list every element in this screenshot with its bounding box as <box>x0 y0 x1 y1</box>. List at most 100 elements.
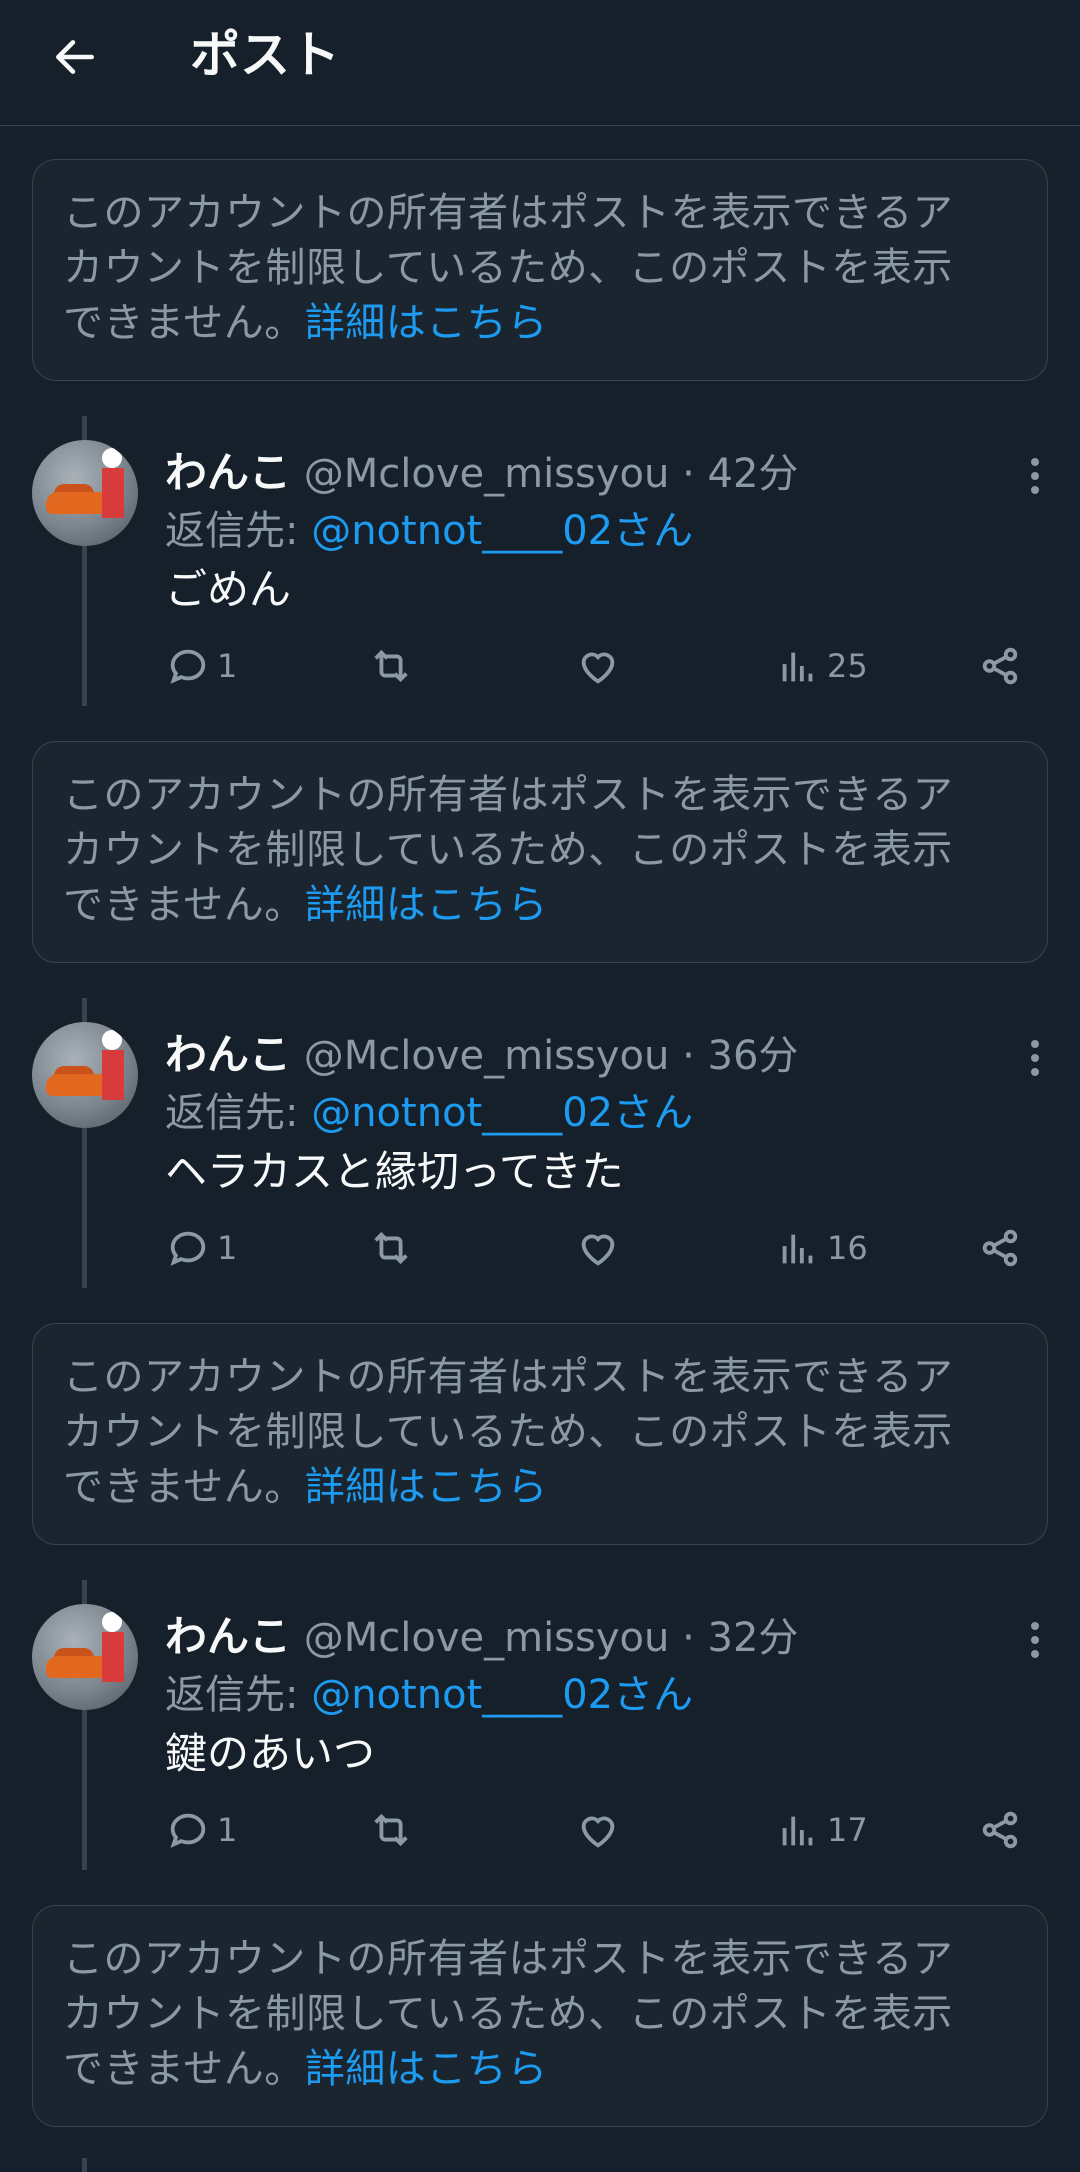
views-button[interactable]: 17 <box>775 1802 868 1858</box>
separator: · <box>682 1615 695 1661</box>
like-button[interactable] <box>575 638 621 694</box>
reply-context: 返信先: @notnot____02さん <box>165 1668 693 1722</box>
author-name[interactable]: わんこ <box>165 1030 291 1079</box>
timestamp[interactable]: 36分 <box>708 1033 799 1079</box>
reply-button[interactable]: 1 <box>165 1802 237 1858</box>
views-button[interactable]: 25 <box>775 638 868 694</box>
reply-button[interactable]: 1 <box>165 1220 237 1276</box>
retweet-icon <box>374 1231 408 1265</box>
tweet-header: わんこ @Mclove_missyou · 32分 <box>165 1610 798 1665</box>
tweet[interactable]: わんこ @Mclove_missyou · 36分 返信先: @notnot__… <box>0 998 1080 1303</box>
restricted-post-notice: このアカウントの所有者はポストを表示できるア カウントを制限しているため、このポ… <box>32 741 1048 963</box>
more-vertical-icon <box>1031 458 1039 494</box>
reply-icon <box>170 649 206 684</box>
retweet-button[interactable] <box>368 1220 414 1276</box>
notice-line: カウントを制限しているため、このポストを表示 <box>63 1991 953 2037</box>
top-app-bar: ポスト <box>0 0 1080 126</box>
reply-context: 返信先: @notnot____02さん <box>165 504 693 558</box>
retweet-icon <box>374 649 408 683</box>
notice-line: カウントを制限しているため、このポストを表示 <box>63 827 953 873</box>
reply-count: 1 <box>217 1229 238 1267</box>
tweet-text: ごめん <box>165 565 292 614</box>
notice-line: カウントを制限しているため、このポストを表示 <box>63 245 953 291</box>
notice-line: このアカウントの所有者はポストを表示できるア <box>63 190 954 236</box>
more-options-button[interactable] <box>1022 454 1048 498</box>
reply-mention-link[interactable]: @notnot____02さん <box>311 1672 693 1718</box>
restricted-post-notice: このアカウントの所有者はポストを表示できるア カウントを制限しているため、このポ… <box>32 1323 1048 1545</box>
more-options-button[interactable] <box>1022 1036 1048 1080</box>
tweet-actions: 1 17 <box>165 1802 1025 1858</box>
author-handle[interactable]: @Mclove_missyou <box>304 1033 670 1079</box>
share-icon <box>982 1229 1018 1267</box>
heart-icon <box>581 652 615 684</box>
notice-line: できません。 <box>63 300 305 346</box>
views-button[interactable]: 16 <box>775 1220 868 1276</box>
page-title: ポスト <box>190 26 340 84</box>
author-handle[interactable]: @Mclove_missyou <box>304 451 670 497</box>
restricted-post-notice: このアカウントの所有者はポストを表示できるア カウントを制限しているため、このポ… <box>32 1905 1048 2127</box>
restricted-post-notice: このアカウントの所有者はポストを表示できるア カウントを制限しているため、このポ… <box>32 159 1048 381</box>
retweet-button[interactable] <box>368 638 414 694</box>
notice-line: このアカウントの所有者はポストを表示できるア <box>63 1354 954 1400</box>
reply-count: 1 <box>217 647 238 685</box>
timestamp[interactable]: 42分 <box>708 451 799 497</box>
tweet-text: ヘラカスと縁切ってきた <box>165 1147 624 1196</box>
tweet-actions: 1 16 <box>165 1220 1025 1276</box>
reply-mention-link[interactable]: @notnot____02さん <box>311 508 693 554</box>
share-icon <box>982 647 1018 685</box>
learn-more-link[interactable]: 詳細はこちら <box>305 300 548 346</box>
retweet-icon <box>374 1813 408 1847</box>
retweet-button[interactable] <box>368 1802 414 1858</box>
notice-line: カウントを制限しているため、このポストを表示 <box>63 1409 953 1455</box>
author-handle[interactable]: @Mclove_missyou <box>304 1615 670 1661</box>
reply-mention-link[interactable]: @notnot____02さん <box>311 1090 693 1136</box>
learn-more-link[interactable]: 詳細はこちら <box>305 1464 548 1510</box>
views-count: 25 <box>827 647 868 685</box>
timestamp[interactable]: 32分 <box>708 1615 799 1661</box>
reply-context: 返信先: @notnot____02さん <box>165 1086 693 1140</box>
back-button[interactable] <box>40 22 110 92</box>
like-button[interactable] <box>575 1220 621 1276</box>
views-icon <box>782 1816 813 1846</box>
notice-line: このアカウントの所有者はポストを表示できるア <box>63 772 954 818</box>
share-button[interactable] <box>977 1220 1023 1276</box>
learn-more-link[interactable]: 詳細はこちら <box>305 882 548 928</box>
like-button[interactable] <box>575 1802 621 1858</box>
thread-line <box>82 2158 87 2172</box>
separator: · <box>682 1033 695 1079</box>
views-icon <box>782 652 813 682</box>
avatar[interactable] <box>32 1604 138 1710</box>
reply-button[interactable]: 1 <box>165 638 237 694</box>
reply-prefix: 返信先: <box>165 1090 312 1136</box>
more-vertical-icon <box>1031 1622 1039 1658</box>
author-name[interactable]: わんこ <box>165 1612 291 1661</box>
views-icon <box>782 1234 813 1264</box>
reply-icon <box>170 1813 206 1848</box>
reply-prefix: 返信先: <box>165 508 312 554</box>
more-options-button[interactable] <box>1022 1618 1048 1662</box>
author-name[interactable]: わんこ <box>165 448 291 497</box>
reply-count: 1 <box>217 1811 238 1849</box>
notice-line: できません。 <box>63 2046 305 2092</box>
share-button[interactable] <box>977 638 1023 694</box>
tweet-header: わんこ @Mclove_missyou · 36分 <box>165 1028 798 1083</box>
heart-icon <box>581 1816 615 1848</box>
avatar[interactable] <box>32 1022 138 1128</box>
tweet-header: わんこ @Mclove_missyou · 42分 <box>165 446 798 501</box>
more-vertical-icon <box>1031 1040 1039 1076</box>
avatar[interactable] <box>32 440 138 546</box>
reply-prefix: 返信先: <box>165 1672 312 1718</box>
arrow-left-icon <box>56 40 94 74</box>
reply-icon <box>170 1231 206 1266</box>
share-icon <box>982 1811 1018 1849</box>
share-button[interactable] <box>977 1802 1023 1858</box>
notice-line: できません。 <box>63 1464 305 1510</box>
tweet-actions: 1 25 <box>165 638 1025 694</box>
learn-more-link[interactable]: 詳細はこちら <box>305 2046 548 2092</box>
tweet[interactable]: わんこ @Mclove_missyou · 42分 返信先: @notnot__… <box>0 416 1080 721</box>
notice-line: できません。 <box>63 882 305 928</box>
notice-line: このアカウントの所有者はポストを表示できるア <box>63 1936 954 1982</box>
heart-icon <box>581 1234 615 1266</box>
views-count: 16 <box>827 1229 868 1267</box>
tweet[interactable]: わんこ @Mclove_missyou · 32分 返信先: @notnot__… <box>0 1580 1080 1885</box>
